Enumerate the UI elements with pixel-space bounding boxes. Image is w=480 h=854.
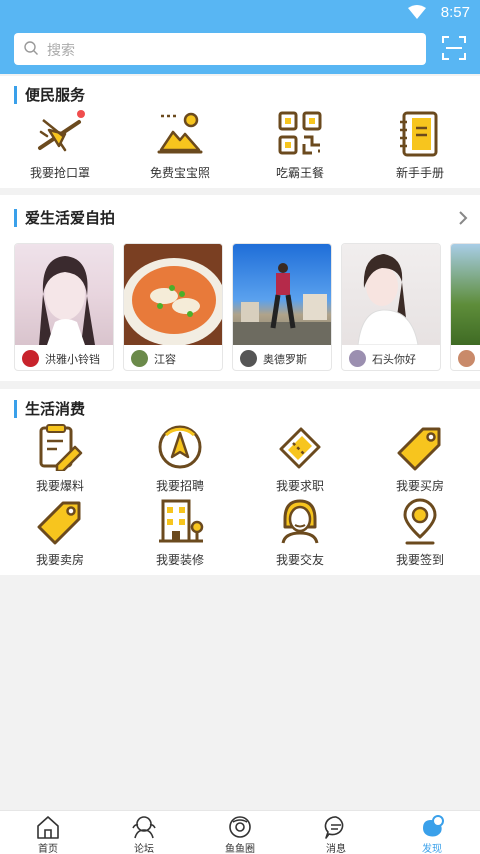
nav-discover[interactable]: 发现 [384, 814, 480, 854]
photo-carousel[interactable]: 洪雅小铃铛 江容 奥德罗斯 石头你好 [14, 243, 480, 371]
nav-label: 论坛 [134, 844, 154, 854]
consume-label: 我要签到 [395, 553, 444, 567]
card-author: 江容 [154, 353, 176, 366]
forum-icon [132, 816, 156, 839]
search-placeholder: 搜索 [47, 43, 75, 59]
consume-label: 我要爆料 [35, 479, 84, 493]
nav-label: 发现 [422, 844, 442, 854]
building-icon [159, 499, 204, 543]
photos-section: 爱生活爱自拍 洪雅小铃铛 江容 奥德罗斯 石头你好 [0, 195, 480, 381]
photo-thumbnail [124, 244, 222, 346]
nav-circle[interactable]: 鱼鱼圈 [192, 814, 288, 854]
service-label: 吃霸王餐 [275, 166, 324, 180]
consume-checkin[interactable]: 我要签到 [360, 497, 480, 568]
consume-buy-house[interactable]: 我要买房 [360, 423, 480, 494]
consume-label: 我要卖房 [35, 553, 84, 567]
card-author: 奥德罗斯 [263, 353, 307, 366]
avatar [458, 350, 475, 367]
photo-card[interactable]: 石头你好 [341, 243, 441, 371]
tag-icon [37, 501, 81, 545]
avatar [349, 350, 366, 367]
compass-icon [158, 425, 202, 469]
photo-card[interactable]: 洪雅小铃铛 [14, 243, 114, 371]
home-icon [37, 816, 59, 839]
message-icon [324, 816, 344, 839]
consume-label: 我要招聘 [155, 479, 204, 493]
circle-icon [229, 816, 251, 838]
chevron-right-icon[interactable] [458, 210, 468, 226]
avatar [22, 350, 39, 367]
photo-card[interactable]: 江容 [123, 243, 223, 371]
photo-icon [157, 112, 203, 154]
clipboard-pen-icon [39, 424, 83, 471]
nav-label: 首页 [38, 844, 58, 854]
consume-hire[interactable]: 我要招聘 [120, 423, 240, 494]
consume-friends[interactable]: 我要交友 [240, 497, 360, 568]
nav-home[interactable]: 首页 [0, 814, 96, 854]
service-free-meal[interactable]: 吃霸王餐 [240, 110, 360, 181]
location-pin-icon [403, 498, 437, 545]
wifi-icon [408, 5, 426, 19]
nav-label: 鱼鱼圈 [225, 844, 255, 854]
notebook-icon [400, 111, 438, 157]
tag-icon [397, 427, 441, 471]
bottom-nav: 首页 论坛 鱼鱼圈 消息 发现 [0, 810, 480, 854]
top-bar: 搜索 [0, 26, 480, 74]
photo-thumbnail [342, 244, 440, 346]
consume-report[interactable]: 我要爆料 [0, 423, 120, 494]
avatar [131, 350, 148, 367]
airplane-icon [38, 110, 85, 152]
service-label: 免费宝宝照 [149, 166, 210, 180]
consume-renovate[interactable]: 我要装修 [120, 497, 240, 568]
consume-label: 我要交友 [275, 553, 324, 567]
consume-label: 我要装修 [155, 553, 204, 567]
service-guide[interactable]: 新手手册 [360, 110, 480, 181]
section-title: 生活消费 [14, 400, 85, 418]
consume-job[interactable]: 我要求职 [240, 423, 360, 494]
nav-label: 消息 [326, 844, 346, 854]
photo-thumbnail [451, 244, 480, 345]
nav-forum[interactable]: 论坛 [96, 814, 192, 854]
service-baby-photo[interactable]: 免费宝宝照 [120, 110, 240, 181]
card-author: 石头你好 [372, 353, 416, 366]
consume-sell-house[interactable]: 我要卖房 [0, 497, 120, 568]
search-input[interactable]: 搜索 [14, 33, 426, 65]
qr-code-icon [278, 111, 322, 155]
consumption-section: 生活消费 我要爆料 我要招聘 我要求职 我要买房 我要卖房 我要装修 我要交友 … [0, 389, 480, 575]
consume-label: 我要求职 [275, 479, 324, 493]
discover-icon [423, 815, 444, 837]
service-label: 我要抢口罩 [29, 166, 90, 180]
ticket-icon [279, 427, 321, 469]
person-icon [281, 499, 319, 544]
service-label: 新手手册 [395, 166, 444, 180]
photo-card[interactable] [450, 243, 480, 371]
scan-icon[interactable] [442, 36, 466, 60]
card-author: 洪雅小铃铛 [45, 353, 100, 366]
consume-label: 我要买房 [395, 479, 444, 493]
status-bar: 8:57 [0, 0, 480, 26]
avatar [240, 350, 257, 367]
photo-card[interactable]: 奥德罗斯 [232, 243, 332, 371]
nav-messages[interactable]: 消息 [288, 814, 384, 854]
search-icon [24, 41, 38, 55]
clock: 8:57 [440, 4, 470, 21]
service-mask[interactable]: 我要抢口罩 [0, 110, 120, 181]
services-section: 便民服务 我要抢口罩 免费宝宝照 吃霸王餐 新手手册 [0, 76, 480, 188]
photo-thumbnail [15, 244, 113, 345]
section-title: 便民服务 [14, 86, 85, 104]
photo-thumbnail [233, 244, 331, 345]
section-title: 爱生活爱自拍 [14, 209, 115, 227]
